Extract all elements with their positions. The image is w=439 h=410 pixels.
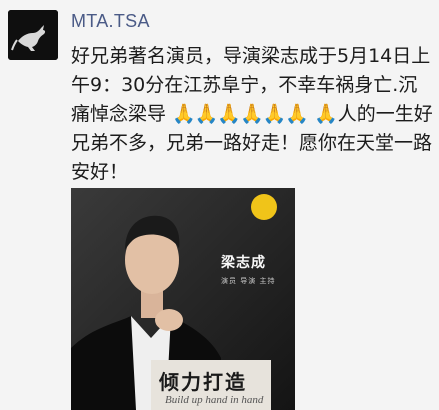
kangaroo-logo-icon	[8, 10, 58, 60]
name-block: 梁志成 演员 导演 主持	[221, 252, 287, 296]
post-image[interactable]: 梁志成 演员 导演 主持 倾力打造 Build up hand in hand	[71, 188, 295, 410]
prayer-emoji-run: 🙏🙏🙏🙏🙏🙏	[172, 103, 309, 125]
caption-subtitle: Build up hand in hand	[165, 394, 264, 406]
username[interactable]: MTA.TSA	[71, 11, 150, 32]
post-text: 好兄弟著名演员，导演梁志成于5月14日上午9：30分在江苏阜宁，不幸车祸身亡.沉…	[71, 42, 433, 187]
name-title: 梁志成	[221, 255, 266, 271]
music-logo-icon	[251, 194, 277, 220]
avatar[interactable]	[8, 10, 58, 60]
caption-text: 倾力打造	[159, 370, 247, 394]
caption-box: 倾力打造 Build up hand in hand	[151, 360, 271, 410]
name-subtitle: 演员 导演 主持	[221, 277, 276, 285]
